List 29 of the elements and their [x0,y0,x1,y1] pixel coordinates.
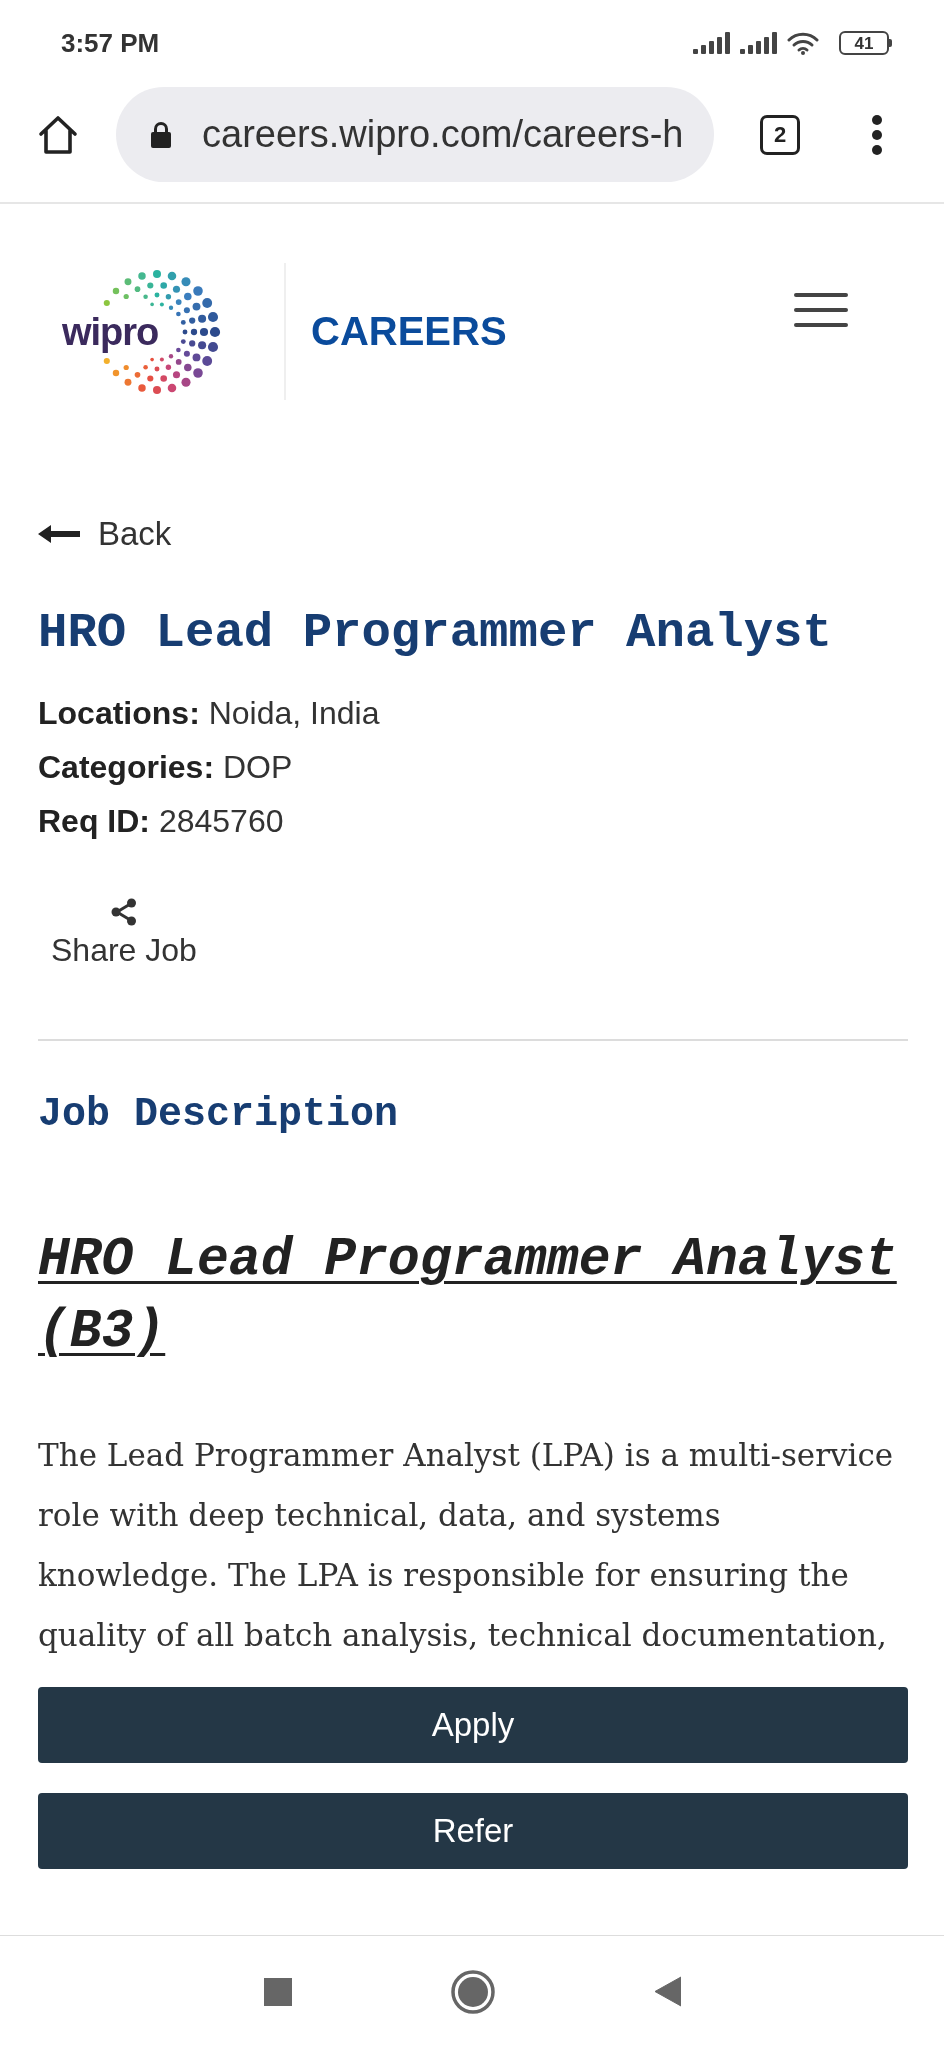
home-icon[interactable] [37,114,79,155]
section-heading: Job Description [38,1091,400,1139]
job-detail: Categories: DOP [38,748,294,787]
logo-wordmark: wipro [62,312,159,351]
circle-icon[interactable] [450,1969,495,2014]
battery-indicator: 41 [839,31,892,55]
more-options-icon[interactable] [871,114,883,155]
status-time: 3:57 PM [61,27,160,59]
left-arrow-icon [38,525,80,543]
action-button[interactable]: Refer [38,1793,908,1869]
signal-icon [693,32,730,54]
job-subheading: HRO Lead Programmer Analyst (B3) [38,1229,898,1364]
job-title: HRO Lead Programmer Analyst [38,605,833,661]
triangle-icon[interactable] [653,1976,681,2007]
back-link[interactable]: Back [38,514,172,554]
share-icon [109,898,138,926]
menu-icon[interactable] [794,293,848,327]
action-button[interactable]: Apply [38,1687,908,1763]
address-bar[interactable]: careers.wipro.com/careers-h [116,87,714,182]
wifi-icon [787,31,819,55]
job-detail: Req ID: 2845760 [38,802,285,841]
share-job-button[interactable]: Share Job [51,898,197,969]
lock-icon [150,121,172,148]
site-section-title[interactable]: CAREERS [311,309,507,354]
job-detail: Locations: Noida, India [38,694,381,733]
signal-icon [740,32,777,54]
tab-count-button[interactable]: 2 [760,114,800,155]
square-icon[interactable] [263,1977,292,2006]
job-description-text: The Lead Programmer Analyst (LPA) is a multi-service role with deep technical, data, and systems knowledge. The LPA is responsible for ensuring the quality of all batch analysis, technical documentation, [38,1436,895,1655]
